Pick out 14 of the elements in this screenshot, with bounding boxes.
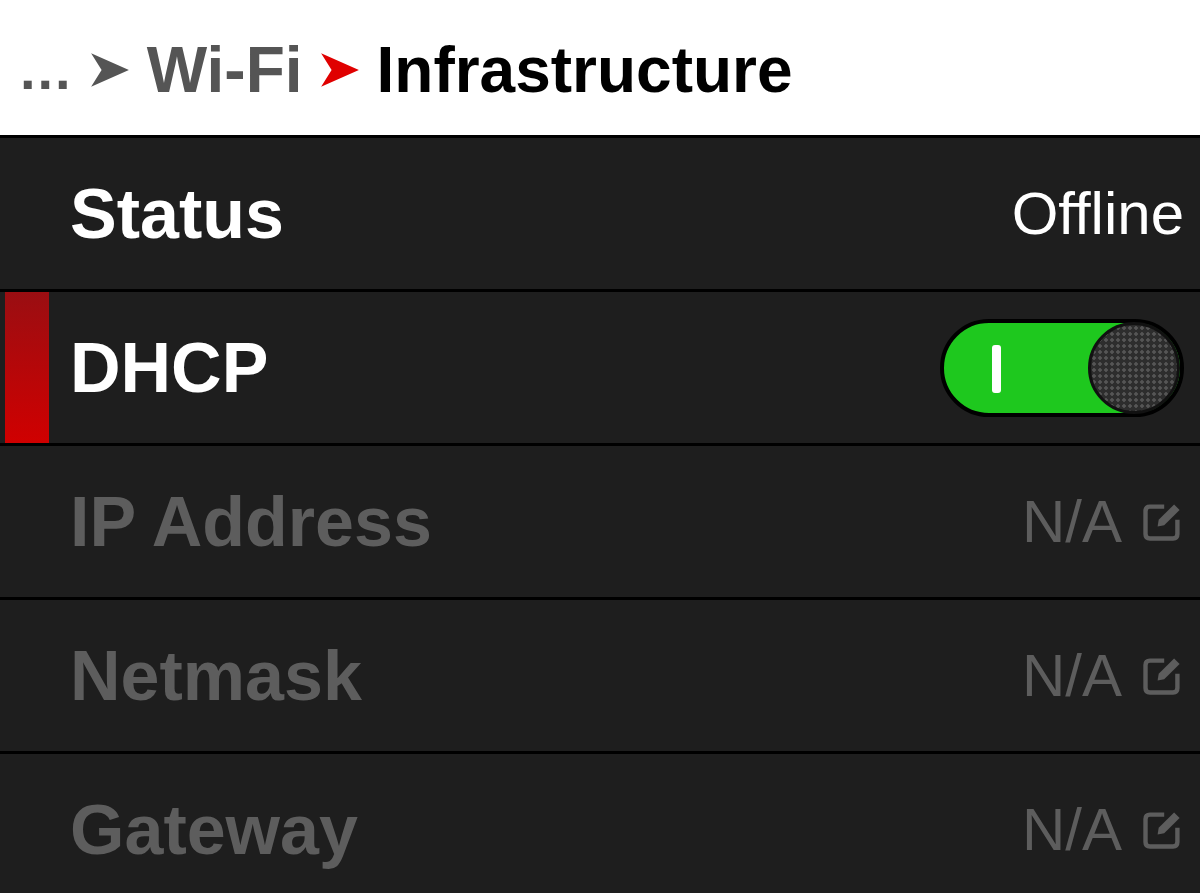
setting-label: Status — [70, 173, 284, 254]
page-title: Infrastructure — [376, 37, 793, 102]
setting-label: Netmask — [70, 635, 362, 716]
setting-value: N/A — [1021, 487, 1122, 556]
setting-label: Gateway — [70, 789, 358, 870]
breadcrumb-link[interactable]: Wi-Fi — [146, 37, 303, 102]
setting-row[interactable]: Status Offline — [0, 138, 1200, 289]
setting-label: IP Address — [70, 481, 432, 562]
setting-label: DHCP — [70, 327, 269, 408]
setting-value: Offline — [1011, 179, 1184, 248]
setting-value: N/A — [1021, 641, 1122, 710]
breadcrumb-link[interactable]: ... — [20, 41, 73, 98]
setting-row[interactable]: DHCP — [0, 292, 1200, 443]
setting-value: N/A — [1021, 795, 1122, 864]
